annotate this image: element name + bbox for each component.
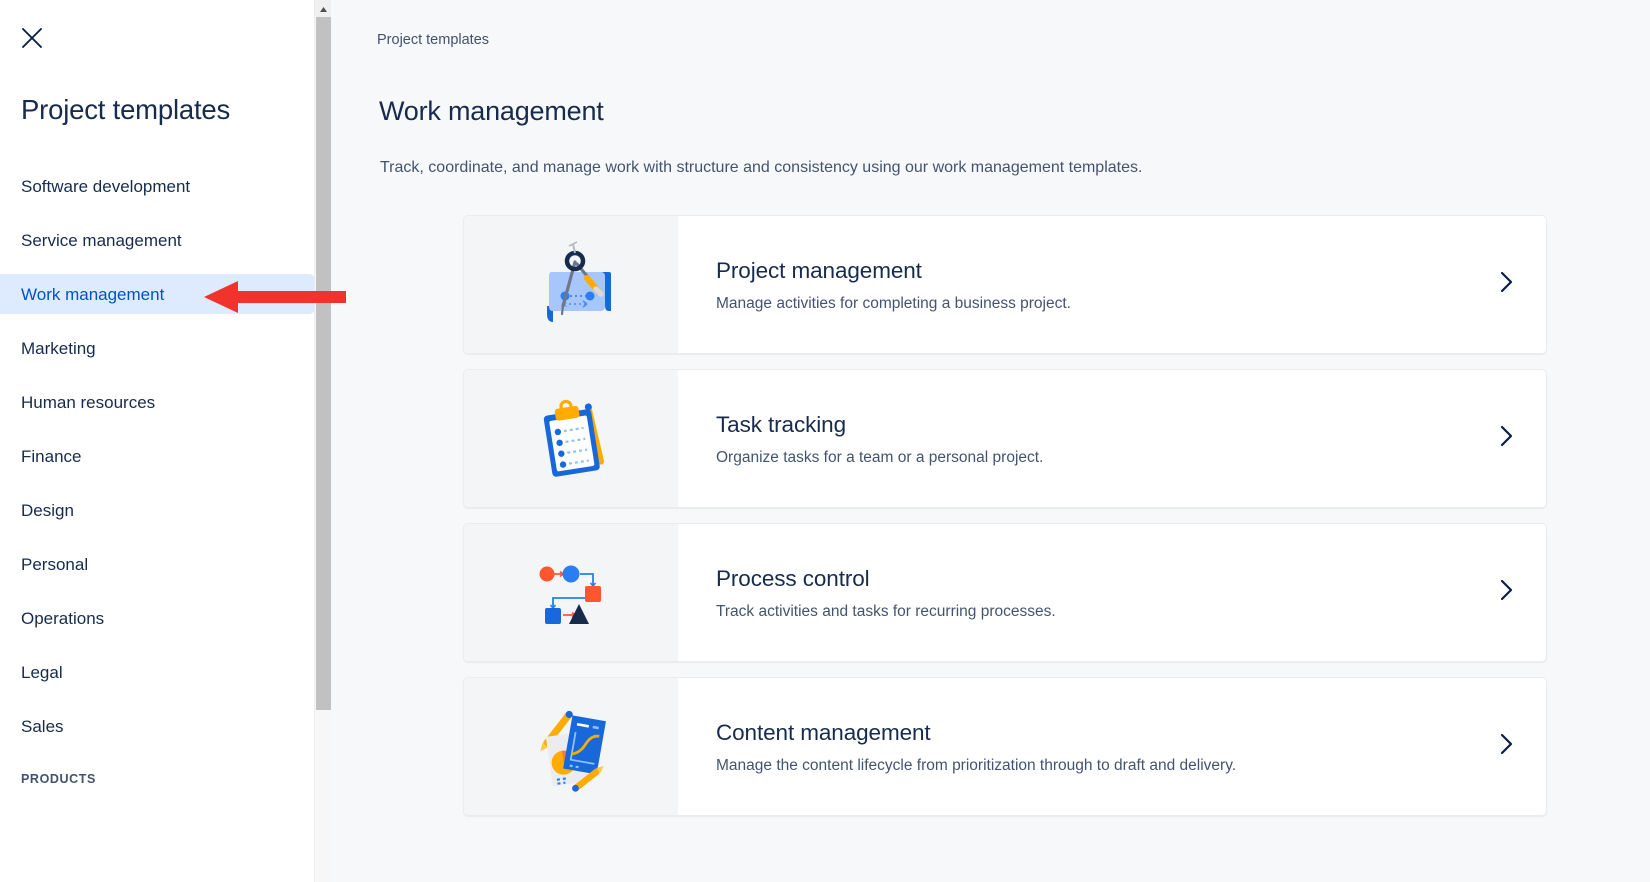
- sidebar-item-label: Operations: [21, 608, 105, 628]
- sidebar-item-human-resources[interactable]: Human resources: [0, 382, 315, 422]
- sidebar-item-design[interactable]: Design: [0, 490, 315, 530]
- card-chevron-button[interactable]: [1466, 678, 1546, 815]
- chevron-right-icon: [1498, 423, 1515, 454]
- card-chevron-button[interactable]: [1466, 370, 1546, 507]
- sidebar-item-label: Human resources: [21, 392, 156, 412]
- page-title: Work management: [379, 96, 604, 126]
- sidebar-item-label: Software development: [21, 176, 191, 196]
- chevron-up-icon: [319, 0, 328, 18]
- sidebar-item-personal[interactable]: Personal: [0, 544, 315, 584]
- card-body: Project management Manage activities for…: [678, 216, 1466, 353]
- card-description: Organize tasks for a team or a personal …: [716, 448, 1044, 466]
- scrollbar-thumb[interactable]: [316, 17, 331, 710]
- template-card-content-management[interactable]: Content management Manage the content li…: [463, 677, 1547, 816]
- sidebar-item-label: Design: [21, 500, 74, 520]
- card-description: Manage the content lifecycle from priori…: [716, 756, 1237, 774]
- chevron-right-icon: [1498, 731, 1515, 762]
- card-title: Process control: [716, 565, 870, 591]
- sidebar: Project templates Software development S…: [0, 0, 332, 882]
- template-card-list: x Project management Manage activities f…: [463, 215, 1547, 831]
- sidebar-item-sales[interactable]: Sales: [0, 706, 315, 746]
- sidebar-item-service-management[interactable]: Service management: [0, 220, 315, 260]
- sidebar-item-marketing[interactable]: Marketing: [0, 328, 315, 368]
- card-body: Process control Track activities and tas…: [678, 524, 1466, 661]
- sidebar-item-label: Work management: [21, 284, 165, 304]
- sidebar-nav: Software development Service management …: [0, 166, 315, 786]
- sidebar-title: Project templates: [21, 94, 231, 125]
- sidebar-item-finance[interactable]: Finance: [0, 436, 315, 476]
- card-icon-pane: [464, 678, 678, 815]
- card-body: Content management Manage the content li…: [678, 678, 1466, 815]
- project-templates-dialog: Project templates Software development S…: [0, 0, 1650, 882]
- sidebar-item-label: Legal: [21, 662, 63, 682]
- template-card-process-control[interactable]: Process control Track activities and tas…: [463, 523, 1547, 662]
- card-chevron-button[interactable]: [1466, 216, 1546, 353]
- card-icon-pane: [464, 370, 678, 507]
- card-chevron-button[interactable]: [1466, 524, 1546, 661]
- sidebar-scrollbar[interactable]: [314, 0, 332, 882]
- sidebar-item-label: Finance: [21, 446, 82, 466]
- close-icon: [19, 25, 45, 51]
- card-title: Task tracking: [716, 411, 846, 437]
- sidebar-item-operations[interactable]: Operations: [0, 598, 315, 638]
- sidebar-item-software-development[interactable]: Software development: [0, 166, 315, 206]
- template-card-task-tracking[interactable]: Task tracking Organize tasks for a team …: [463, 369, 1547, 508]
- sidebar-item-label: Sales: [21, 716, 64, 736]
- card-description: Track activities and tasks for recurring…: [716, 602, 1056, 620]
- chevron-right-icon: [1498, 269, 1515, 300]
- sidebar-item-legal[interactable]: Legal: [0, 652, 315, 692]
- clipboard-checklist-icon: [523, 388, 619, 489]
- card-title: Project management: [716, 257, 922, 283]
- breadcrumb[interactable]: Project templates: [377, 32, 489, 48]
- scroll-up-button[interactable]: [315, 0, 332, 17]
- card-icon-pane: x: [464, 216, 678, 353]
- page-description: Track, coordinate, and manage work with …: [380, 159, 1143, 176]
- sidebar-item-label: Service management: [21, 230, 182, 250]
- documents-charts-icon: [523, 696, 619, 797]
- card-body: Task tracking Organize tasks for a team …: [678, 370, 1466, 507]
- card-title: Content management: [716, 719, 931, 745]
- flowchart-icon: [523, 542, 619, 643]
- sidebar-item-work-management[interactable]: Work management: [0, 274, 315, 314]
- template-card-project-management[interactable]: x Project management Manage activities f…: [463, 215, 1547, 354]
- sidebar-item-label: Personal: [21, 554, 89, 574]
- card-description: Manage activities for completing a busin…: [716, 294, 1071, 312]
- sidebar-section-products: PRODUCTS: [21, 772, 96, 786]
- blueprint-compass-icon: x: [523, 234, 619, 335]
- close-button[interactable]: [12, 18, 52, 58]
- chevron-right-icon: [1498, 577, 1515, 608]
- sidebar-item-label: Marketing: [21, 338, 96, 358]
- card-icon-pane: [464, 524, 678, 661]
- main-content: Project templates Work management Track,…: [331, 0, 1650, 882]
